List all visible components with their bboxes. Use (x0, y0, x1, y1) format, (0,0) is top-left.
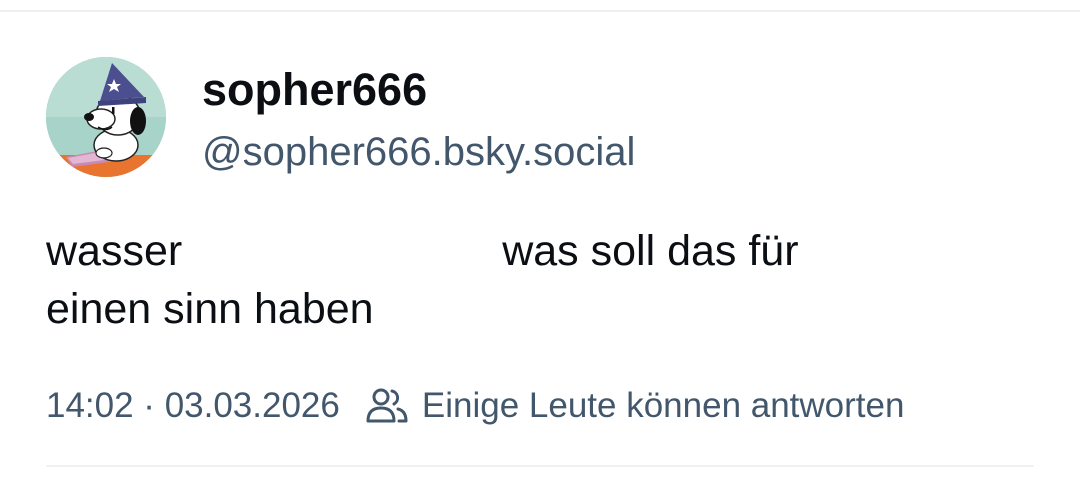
reply-settings[interactable]: Einige Leute können antworten (366, 384, 905, 428)
snoopy-wizard-avatar-icon (46, 57, 166, 177)
bottom-divider (46, 465, 1034, 467)
reply-settings-label: Einige Leute können antworten (421, 386, 905, 425)
post-text-line-1: wasser was soll das für (46, 222, 1026, 280)
post-timestamp[interactable]: 14:02 · 03.03.2026 (46, 384, 340, 428)
people-icon (366, 387, 408, 425)
post-text-word: wasser (46, 227, 183, 275)
top-divider (0, 10, 1080, 12)
post-text: wasser was soll das für einen sinn haben (46, 222, 1026, 338)
author-handle[interactable]: @sopher666.bsky.social (202, 128, 635, 176)
post-meta: 14:02 · 03.03.2026 Einige Leute können a… (46, 384, 904, 428)
post-text-gap (182, 264, 502, 265)
post-thread-item: sopher666 @sopher666.bsky.social wasser w… (0, 0, 1080, 484)
post-text-line-2: einen sinn haben (46, 285, 374, 333)
author-display-name[interactable]: sopher666 (202, 64, 427, 116)
post-text-fragment: was soll das für (502, 227, 799, 275)
avatar[interactable] (46, 57, 166, 177)
